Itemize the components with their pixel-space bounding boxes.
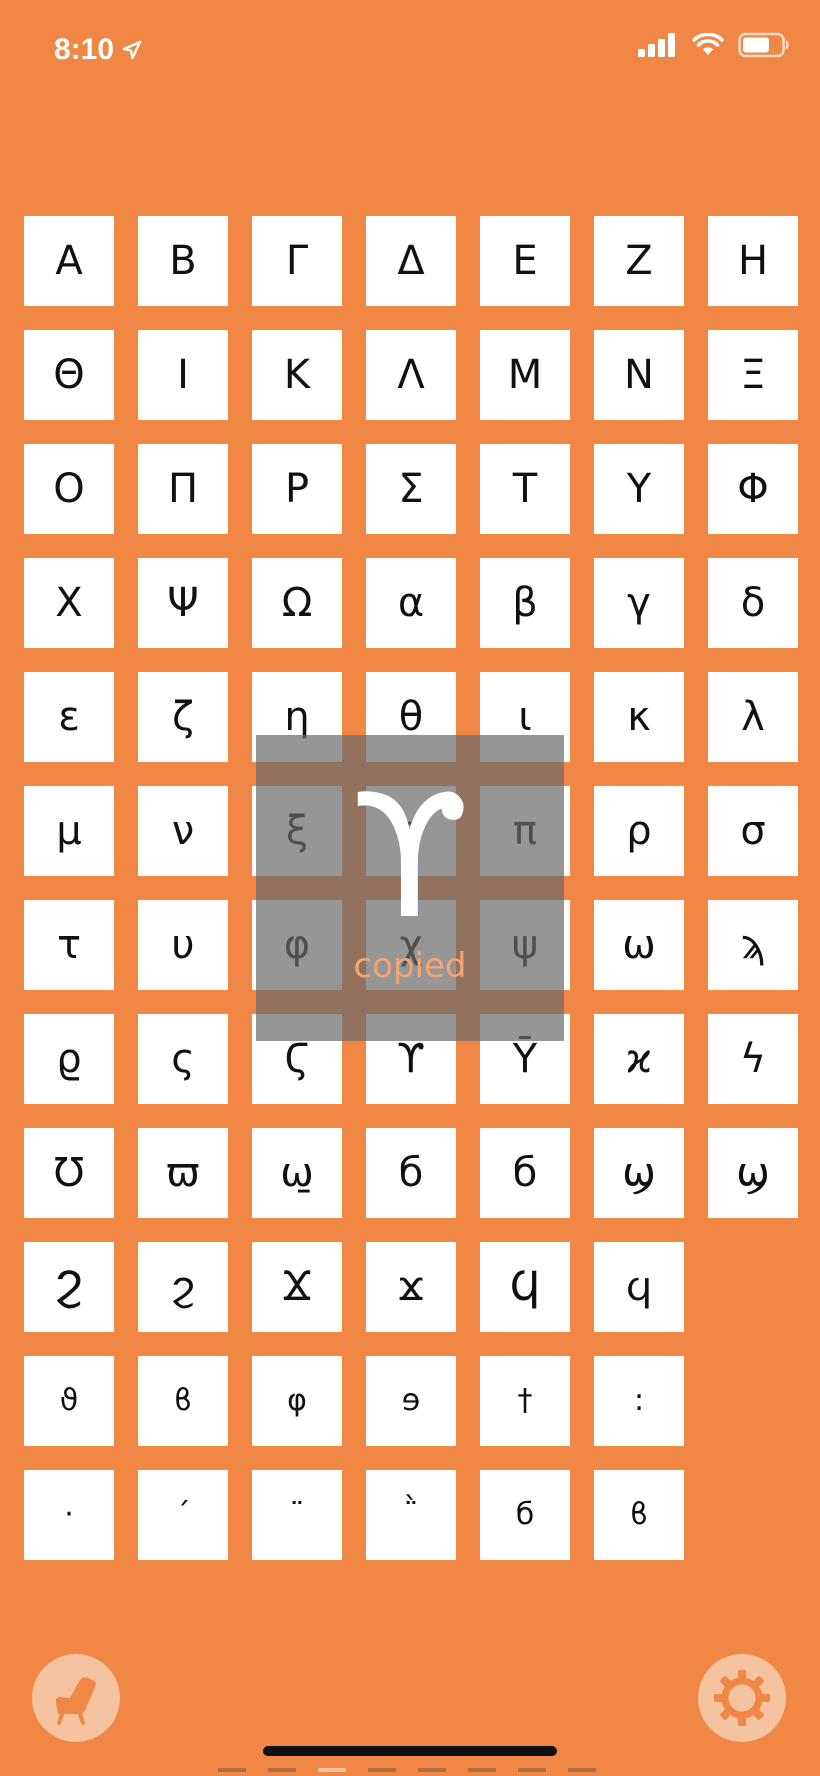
- glyph-tile[interactable]: Ν: [594, 330, 684, 420]
- glyph-tile[interactable]: ·: [24, 1470, 114, 1560]
- glyph-tile[interactable]: Ϥ: [480, 1242, 570, 1332]
- home-indicator[interactable]: [263, 1746, 557, 1756]
- battery-icon: [738, 32, 789, 58]
- glyph-tile[interactable]: Β: [138, 216, 228, 306]
- glyph-tile[interactable]: ϩ: [138, 1242, 228, 1332]
- glyph-tile[interactable]: ˊ: [138, 1470, 228, 1560]
- glyph-tile[interactable]: ϥ: [594, 1242, 684, 1332]
- glyph-tile[interactable]: Ψ: [138, 558, 228, 648]
- glyph-tile[interactable]: Ϫ: [252, 1242, 342, 1332]
- glyph-tile[interactable]: σ: [708, 786, 798, 876]
- copied-glyph: ϒ: [350, 759, 470, 957]
- page-dot[interactable]: [468, 1768, 496, 1772]
- glyph-tile[interactable]: δ: [708, 558, 798, 648]
- page-dot[interactable]: [218, 1768, 246, 1772]
- glyph-tile[interactable]: б: [480, 1128, 570, 1218]
- glyph-tile[interactable]: ϱ: [24, 1014, 114, 1104]
- glyph-tile[interactable]: ϟ: [708, 1014, 798, 1104]
- glyph-tile[interactable]: α: [366, 558, 456, 648]
- glyph-tile[interactable]: †: [480, 1356, 570, 1446]
- glyph-tile[interactable]: Ʊ: [24, 1128, 114, 1218]
- glyph-tile[interactable]: Λ: [366, 330, 456, 420]
- glyph-tile[interactable]: б: [366, 1128, 456, 1218]
- page-dot[interactable]: [368, 1768, 396, 1772]
- settings-button[interactable]: [698, 1654, 786, 1742]
- wifi-icon: [692, 33, 724, 55]
- glyph-tile[interactable]: ϖ: [138, 1128, 228, 1218]
- signal-icon: [638, 33, 675, 57]
- glyph-tile[interactable]: ϣ: [594, 1128, 684, 1218]
- copied-toast: ϒ copied: [256, 735, 564, 1041]
- glyph-tile[interactable]: Ε: [480, 216, 570, 306]
- glyph-tile[interactable]: ῭: [366, 1470, 456, 1560]
- glyph-tile[interactable]: :: [594, 1356, 684, 1446]
- glyph-tile[interactable]: Θ: [24, 330, 114, 420]
- glyph-tile[interactable]: Τ: [480, 444, 570, 534]
- glyph-tile[interactable]: ϑ: [24, 1356, 114, 1446]
- glyph-tile[interactable]: Α: [24, 216, 114, 306]
- status-time: 8:10: [54, 30, 142, 70]
- glyph-tile[interactable]: Κ: [252, 330, 342, 420]
- glyph-tile[interactable]: τ: [24, 900, 114, 990]
- glyph-tile[interactable]: ϡ: [708, 900, 798, 990]
- glyph-tile[interactable]: ε: [24, 672, 114, 762]
- glyph-tile[interactable]: ζ: [138, 672, 228, 762]
- glyph-tile[interactable]: ɘ: [366, 1356, 456, 1446]
- glyph-tile[interactable]: Μ: [480, 330, 570, 420]
- glyph-tile[interactable]: ϫ: [366, 1242, 456, 1332]
- glyph-tile[interactable]: Σ: [366, 444, 456, 534]
- glyph-tile[interactable]: Γ: [252, 216, 342, 306]
- glyph-tile[interactable]: Ϩ: [24, 1242, 114, 1332]
- glyph-tile[interactable]: Ω: [252, 558, 342, 648]
- glyph-tile[interactable]: б: [480, 1470, 570, 1560]
- page-dot[interactable]: [268, 1768, 296, 1772]
- glyph-tile[interactable]: ω: [594, 900, 684, 990]
- page-dot[interactable]: [518, 1768, 546, 1772]
- glyph-tile[interactable]: Ξ: [708, 330, 798, 420]
- gear-icon: [714, 1670, 770, 1726]
- status-icons: [638, 32, 790, 58]
- glyph-tile[interactable]: ς: [138, 1014, 228, 1104]
- glyph-tile[interactable]: Ρ: [252, 444, 342, 534]
- page-indicator: [218, 1768, 596, 1772]
- glyph-tile[interactable]: γ: [594, 558, 684, 648]
- glyph-tile[interactable]: Φ: [708, 444, 798, 534]
- glyph-tile[interactable]: ω̱: [252, 1128, 342, 1218]
- chair-button[interactable]: [32, 1654, 120, 1742]
- glyph-tile[interactable]: Δ: [366, 216, 456, 306]
- glyph-tile[interactable]: υ: [138, 900, 228, 990]
- glyph-tile[interactable]: Π: [138, 444, 228, 534]
- glyph-tile[interactable]: ϐ: [594, 1470, 684, 1560]
- glyph-tile[interactable]: ϰ: [594, 1014, 684, 1104]
- glyph-tile[interactable]: μ: [24, 786, 114, 876]
- copied-label: copied: [353, 946, 467, 986]
- glyph-tile[interactable]: Η: [708, 216, 798, 306]
- glyph-tile[interactable]: κ: [594, 672, 684, 762]
- glyph-tile[interactable]: β: [480, 558, 570, 648]
- location-arrow-icon: [122, 40, 142, 60]
- glyph-tile[interactable]: ϐ: [138, 1356, 228, 1446]
- glyph-tile[interactable]: ϣ: [708, 1128, 798, 1218]
- glyph-tile[interactable]: Ο: [24, 444, 114, 534]
- glyph-tile[interactable]: φ: [252, 1356, 342, 1446]
- glyph-tile[interactable]: ¨: [252, 1470, 342, 1560]
- clock-text: 8:10: [54, 33, 115, 66]
- page-dot[interactable]: [568, 1768, 596, 1772]
- page-dot[interactable]: [318, 1768, 346, 1772]
- glyph-tile[interactable]: ν: [138, 786, 228, 876]
- page-dot[interactable]: [418, 1768, 446, 1772]
- glyph-tile[interactable]: ρ: [594, 786, 684, 876]
- glyph-tile[interactable]: Ζ: [594, 216, 684, 306]
- glyph-tile[interactable]: Υ: [594, 444, 684, 534]
- glyph-tile[interactable]: Χ: [24, 558, 114, 648]
- chair-icon: [55, 1677, 96, 1725]
- glyph-tile[interactable]: λ: [708, 672, 798, 762]
- glyph-tile[interactable]: Ι: [138, 330, 228, 420]
